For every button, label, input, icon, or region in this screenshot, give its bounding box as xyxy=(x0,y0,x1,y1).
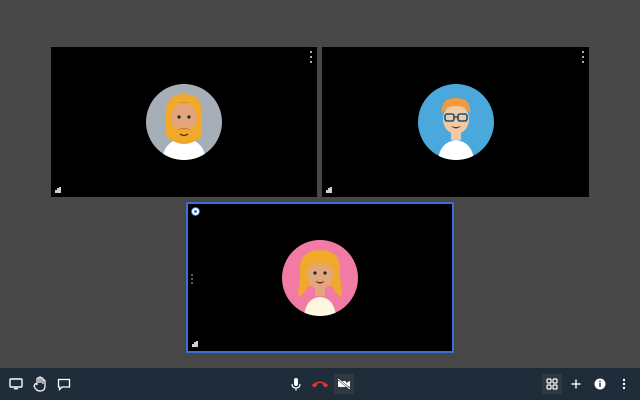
connection-indicator-icon[interactable] xyxy=(192,341,199,347)
participant-tile-3-active[interactable] xyxy=(186,202,454,353)
connection-indicator-icon[interactable] xyxy=(326,187,333,193)
man-with-glasses-avatar xyxy=(418,84,494,160)
add-icon[interactable] xyxy=(566,374,586,394)
hang-up-icon[interactable] xyxy=(310,374,330,394)
tile-options-icon[interactable] xyxy=(580,51,586,63)
bearded-man-avatar xyxy=(146,84,222,160)
screen-share-icon[interactable] xyxy=(6,374,26,394)
call-toolbar xyxy=(0,368,640,400)
info-icon[interactable] xyxy=(590,374,610,394)
participant-tile-2[interactable] xyxy=(322,47,589,197)
woman-avatar xyxy=(282,240,358,316)
connection-indicator-icon[interactable] xyxy=(55,187,62,193)
chat-icon[interactable] xyxy=(54,374,74,394)
tile-options-icon[interactable] xyxy=(308,51,314,63)
microphone-icon[interactable] xyxy=(286,374,306,394)
drag-handle-icon[interactable] xyxy=(191,274,193,284)
raise-hand-icon[interactable] xyxy=(30,374,50,394)
pinned-indicator-icon[interactable] xyxy=(191,207,200,216)
more-options-icon[interactable] xyxy=(614,374,634,394)
participant-tile-1[interactable] xyxy=(51,47,317,197)
grid-view-icon[interactable] xyxy=(542,374,562,394)
camera-off-icon[interactable] xyxy=(334,374,354,394)
